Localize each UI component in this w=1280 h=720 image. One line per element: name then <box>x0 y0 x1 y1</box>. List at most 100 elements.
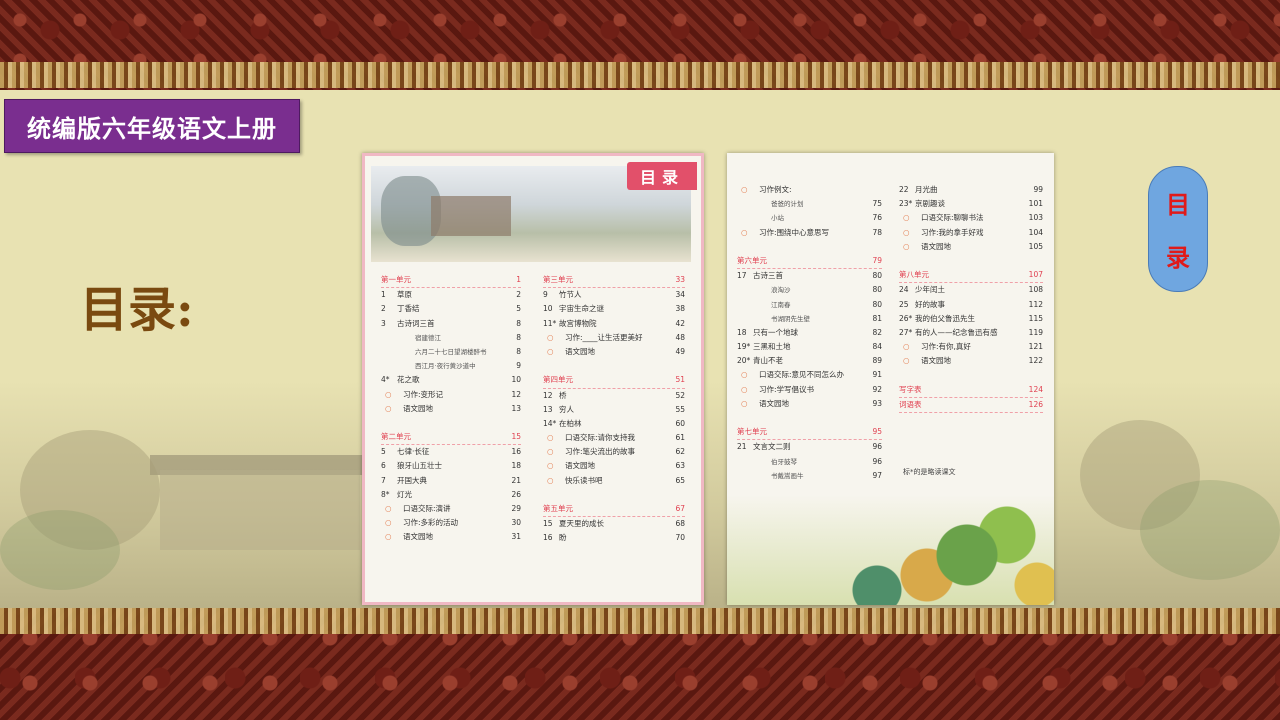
toc-title: 习作:我的拿手好戏 <box>921 227 984 237</box>
toc-page-number: 63 <box>675 461 685 471</box>
toc-title: 六月二十七日望湖楼醉书 <box>415 347 487 356</box>
toc-page-number: 5 <box>516 304 521 314</box>
toc-row: 六月二十七日望湖楼醉书 8 <box>381 345 521 359</box>
toc-page-number: 122 <box>1028 356 1043 366</box>
toc-row: ○ 习作:围绕中心意思写 78 <box>737 226 882 240</box>
toc-page-number: 108 <box>1028 285 1043 295</box>
toc-row <box>381 416 521 430</box>
toc-row: 江南春 80 <box>737 298 882 312</box>
toc-page-number: 29 <box>511 504 521 513</box>
toc-number: 第一单元 <box>381 275 411 284</box>
toc-unit-row: 写字表 124 <box>899 383 1043 398</box>
toc-unit-row: 第八单元 107 <box>899 268 1043 284</box>
toc-row: 20* 青山不老 89 <box>737 354 882 368</box>
toc-number: ○ <box>385 504 392 513</box>
toc-page-number: 112 <box>1028 299 1043 309</box>
toc-page-number: 107 <box>1028 270 1043 280</box>
toc-page-number: 33 <box>675 275 685 284</box>
toc-number: 第四单元 <box>543 375 573 385</box>
toc-page-number: 99 <box>1033 185 1043 194</box>
toc-number: 3 <box>381 318 386 328</box>
slide-title: 统编版六年级语文上册 <box>27 114 277 143</box>
toc-title: 京剧趣谈 <box>915 199 945 209</box>
toc-title: 七律·长征 <box>397 447 430 457</box>
toc-number: ○ <box>385 403 392 413</box>
toc-title <box>922 385 926 394</box>
toc-row: 书戴嵩画牛 97 <box>737 469 882 483</box>
book-page-right: ○ 习作例文: 爸爸的计划 75 小站 76 ○ 习作:围绕中心意思写 78 第六单元 79 17 古诗… <box>727 153 1054 605</box>
toc-page-number: 91 <box>872 370 882 380</box>
toc-title <box>767 427 771 436</box>
toc-page-number: 119 <box>1028 327 1043 337</box>
toc-title: 桥 <box>559 390 567 400</box>
toc-title: 书戴嵩画牛 <box>771 471 804 480</box>
toc-page-number: 34 <box>675 290 685 300</box>
toc-page-number: 95 <box>872 427 882 437</box>
toc-page-number: 79 <box>872 255 882 265</box>
toc-number: 18 <box>737 327 747 337</box>
toc-page-number: 101 <box>1028 199 1043 209</box>
toc-title: 好的故事 <box>915 299 945 309</box>
toc-number: ○ <box>547 461 554 471</box>
toc-page-number: 103 <box>1028 213 1043 223</box>
toc-number: 20* <box>737 356 751 366</box>
toc-page-number: 121 <box>1028 342 1043 352</box>
toc-page-number: 61 <box>675 433 685 443</box>
toc-row: 23* 京剧趣谈 101 <box>899 197 1043 211</box>
toc-title: 习作例文: <box>759 185 792 194</box>
toc-row: ○ 习作:多彩的活动 30 <box>381 516 521 530</box>
toc-row: 13 穷人 55 <box>543 403 685 417</box>
toc-row: 25 好的故事 112 <box>899 298 1043 312</box>
toc-row: 17 古诗三首 80 <box>737 269 882 283</box>
toc-column-right-2: 22 月光曲 99 23* 京剧趣谈 101 ○ 口语交际:聊聊书法 103 ○ 习作:我的拿手好戏… <box>899 183 1043 413</box>
contents-side-oval: 目 录 <box>1148 166 1208 292</box>
toc-title: 口语交际:演讲 <box>403 504 451 513</box>
toc-row: 4* 花之歌 10 <box>381 373 521 387</box>
toc-title: 习作:有你,真好 <box>921 342 971 352</box>
toc-number: ○ <box>741 370 748 380</box>
toc-row: ○ 口语交际:意见不同怎么办 91 <box>737 368 882 382</box>
toc-row <box>737 240 882 254</box>
toc-number: ○ <box>385 389 392 399</box>
toc-number: 11* <box>543 318 557 328</box>
toc-title <box>922 400 926 409</box>
toc-page-number: 80 <box>872 271 882 281</box>
toc-page-number: 80 <box>872 299 882 309</box>
toc-number: ○ <box>547 433 554 443</box>
toc-title: 习作:变形记 <box>403 389 444 399</box>
toc-number: ○ <box>741 185 748 194</box>
toc-title: 月光曲 <box>915 185 938 194</box>
toc-title: 竹节人 <box>559 290 582 300</box>
toc-page-number: 115 <box>1028 313 1043 323</box>
toc-page-number: 124 <box>1028 384 1043 394</box>
toc-title: 口语交际:意见不同怎么办 <box>759 370 845 380</box>
toc-page-number: 52 <box>675 390 685 400</box>
toc-title: 丁香结 <box>397 304 420 314</box>
toc-page-number: 21 <box>511 475 521 485</box>
toc-page-number: 70 <box>675 533 685 543</box>
toc-row: 书湖阴先生壁 81 <box>737 312 882 326</box>
toc-row: 8* 灯光 26 <box>381 488 521 502</box>
toc-row <box>543 359 685 373</box>
toc-row <box>737 411 882 425</box>
toc-number: 21 <box>737 442 747 452</box>
toc-row: ○ 习作:笔尖流出的故事 62 <box>543 445 685 459</box>
toc-number: 9 <box>543 290 548 300</box>
toc-title: 夏天里的成长 <box>559 519 604 529</box>
toc-page-number: 105 <box>1028 241 1043 251</box>
toc-page-number: 67 <box>675 504 685 513</box>
toc-row: 11* 故宫博物院 42 <box>543 317 685 331</box>
toc-number: 词语表 <box>899 399 922 409</box>
toc-title: 习作:多彩的活动 <box>403 518 459 528</box>
toc-title: 浪淘沙 <box>771 286 791 295</box>
toc-page-number: 55 <box>675 404 685 414</box>
contents-heading: 目录: <box>80 282 194 338</box>
toc-number: ○ <box>385 518 392 528</box>
toc-number: ○ <box>903 213 910 223</box>
toc-unit-row: 第五单元 67 <box>543 502 685 518</box>
toc-page-number: 62 <box>675 447 685 457</box>
toc-page-number: 15 <box>511 432 521 442</box>
toc-row: 6 狼牙山五壮士 18 <box>381 459 521 473</box>
toc-page-number: 49 <box>675 346 685 356</box>
toc-page-number: 93 <box>872 398 882 408</box>
